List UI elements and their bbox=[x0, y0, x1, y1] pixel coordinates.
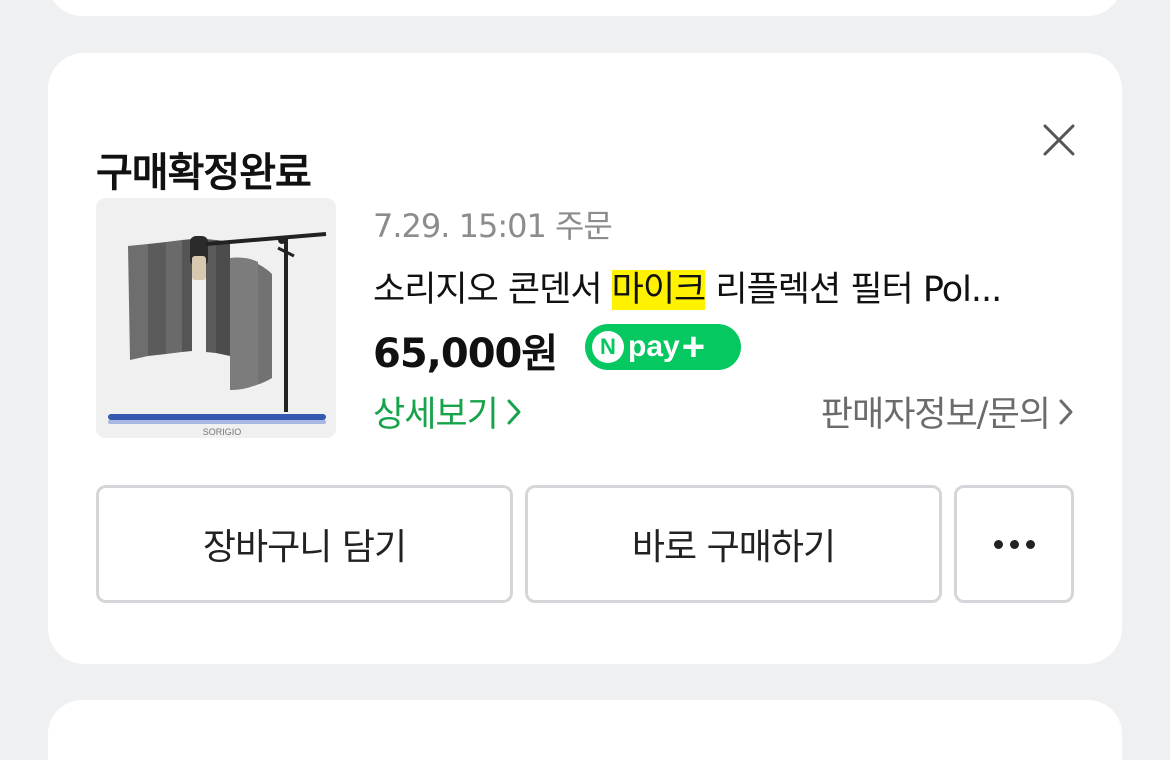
product-title-prefix: 소리지오 콘덴서 bbox=[373, 270, 612, 310]
order-status-title: 구매확정완료 bbox=[96, 150, 312, 196]
npay-logo-icon: N bbox=[592, 331, 624, 363]
next-order-card bbox=[48, 700, 1122, 760]
more-options-button[interactable] bbox=[954, 485, 1074, 603]
product-title-highlight: 마이크 bbox=[611, 270, 706, 310]
detail-view-link[interactable]: 상세보기 bbox=[373, 386, 522, 437]
buy-now-label: 바로 구매하기 bbox=[631, 527, 836, 568]
detail-view-label: 상세보기 bbox=[373, 395, 499, 435]
close-icon bbox=[1043, 124, 1075, 156]
close-button[interactable] bbox=[1042, 123, 1076, 157]
product-title[interactable]: 소리지오 콘덴서 마이크 리플렉션 필터 Pol... bbox=[373, 261, 1083, 312]
previous-order-card bbox=[48, 0, 1122, 16]
npay-plus-badge: N pay + bbox=[585, 324, 741, 370]
seller-info-link[interactable]: 판매자정보/문의 bbox=[821, 386, 1074, 437]
npay-label: pay bbox=[628, 330, 680, 363]
product-image: SORIGIO bbox=[96, 198, 336, 438]
add-to-cart-button[interactable]: 장바구니 담기 bbox=[96, 485, 513, 603]
add-to-cart-label: 장바구니 담기 bbox=[202, 527, 407, 568]
product-title-suffix: 리플렉션 필터 Pol... bbox=[705, 270, 1002, 310]
chevron-right-icon bbox=[507, 399, 521, 424]
more-dots-icon bbox=[993, 539, 1035, 549]
order-card: 구매확정완료 SORIGIO 7.29. 15:01 주문 소리지오 콘덴서 마… bbox=[48, 53, 1122, 664]
buy-now-button[interactable]: 바로 구매하기 bbox=[525, 485, 942, 603]
chevron-right-icon bbox=[1059, 399, 1073, 424]
npay-plus-icon: + bbox=[681, 325, 706, 369]
product-price: 65,000원 bbox=[373, 331, 558, 377]
seller-info-label: 판매자정보/문의 bbox=[820, 395, 1051, 435]
product-thumbnail[interactable]: SORIGIO bbox=[96, 198, 336, 438]
thumbnail-brand-text: SORIGIO bbox=[203, 427, 242, 437]
order-date: 7.29. 15:01 주문 bbox=[373, 207, 613, 245]
